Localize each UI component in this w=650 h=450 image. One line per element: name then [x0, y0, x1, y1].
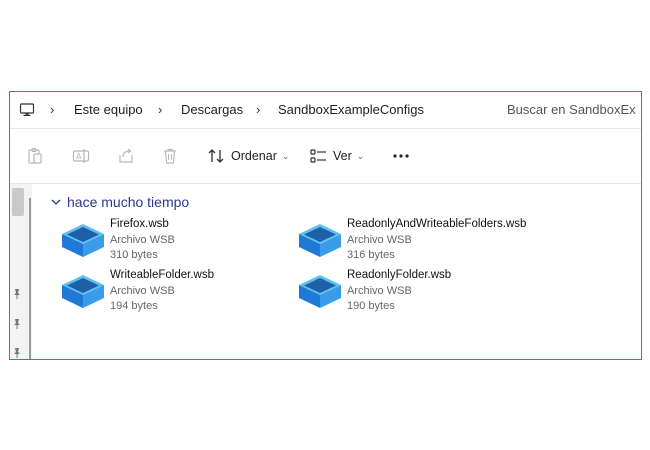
computer-icon[interactable]	[19, 102, 35, 118]
pin-icon[interactable]	[11, 346, 25, 359]
file-type: Archivo WSB	[347, 285, 412, 297]
file-type: Archivo WSB	[110, 285, 175, 297]
file-item[interactable]: WriteableFolder.wsb Archivo WSB 194 byte…	[60, 269, 290, 317]
chevron-right-icon[interactable]: ›	[158, 92, 162, 128]
file-size: 310 bytes	[110, 249, 158, 261]
file-explorer-window: › Este equipo › Descargas › SandboxExamp…	[9, 91, 642, 360]
file-name: ReadonlyFolder.wsb	[347, 269, 452, 281]
chevron-right-icon[interactable]: ›	[50, 92, 54, 128]
view-button[interactable]: Ver ⌄	[310, 145, 364, 167]
file-name: ReadonlyAndWriteableFolders.wsb	[347, 218, 527, 230]
wsb-file-icon	[297, 220, 343, 260]
file-name: Firefox.wsb	[110, 218, 169, 230]
view-icon	[310, 149, 326, 163]
pin-icon[interactable]	[11, 317, 25, 331]
file-item[interactable]: ReadonlyFolder.wsb Archivo WSB 190 bytes	[297, 269, 527, 317]
pin-icon[interactable]	[11, 287, 25, 301]
address-bar[interactable]: › Este equipo › Descargas › SandboxExamp…	[10, 92, 641, 128]
sort-icon	[208, 149, 224, 163]
delete-icon[interactable]	[161, 147, 179, 165]
navigation-scrollbar[interactable]	[29, 198, 31, 359]
wsb-file-icon	[60, 271, 106, 311]
file-name: WriteableFolder.wsb	[110, 269, 214, 281]
file-type: Archivo WSB	[347, 234, 412, 246]
wsb-file-icon	[60, 220, 106, 260]
chevron-down-icon: ⌄	[281, 150, 290, 161]
file-size: 194 bytes	[110, 300, 158, 312]
chevron-down-icon: ⌄	[356, 150, 365, 161]
rename-icon[interactable]: A	[72, 147, 90, 165]
breadcrumb-descargas[interactable]: Descargas	[181, 92, 243, 128]
share-icon[interactable]	[117, 147, 135, 165]
svg-text:A: A	[76, 152, 82, 161]
file-size: 316 bytes	[347, 249, 395, 261]
file-item[interactable]: ReadonlyAndWriteableFolders.wsb Archivo …	[297, 218, 527, 266]
group-header[interactable]: hace mucho tiempo	[51, 193, 189, 211]
group-label: hace mucho tiempo	[67, 194, 190, 210]
search-input[interactable]: Buscar en SandboxEx	[507, 92, 636, 128]
navigation-selection[interactable]	[12, 188, 24, 216]
command-bar: A Ordenar ⌄ Ver ⌄	[10, 129, 641, 183]
breadcrumb-este-equipo[interactable]: Este equipo	[74, 92, 143, 128]
chevron-right-icon[interactable]: ›	[256, 92, 260, 128]
navigation-pane[interactable]	[10, 184, 32, 359]
divider	[10, 183, 641, 184]
view-label: Ver	[333, 149, 352, 163]
file-size: 190 bytes	[347, 300, 395, 312]
sort-label: Ordenar	[231, 149, 277, 163]
ellipsis-icon[interactable]	[392, 147, 410, 165]
paste-icon[interactable]	[26, 147, 44, 165]
file-item[interactable]: Firefox.wsb Archivo WSB 310 bytes	[60, 218, 290, 266]
wsb-file-icon	[297, 271, 343, 311]
chevron-down-icon	[51, 199, 61, 205]
sort-button[interactable]: Ordenar ⌄	[208, 145, 289, 167]
breadcrumb-sandboxexampleconfigs[interactable]: SandboxExampleConfigs	[278, 92, 424, 128]
file-type: Archivo WSB	[110, 234, 175, 246]
